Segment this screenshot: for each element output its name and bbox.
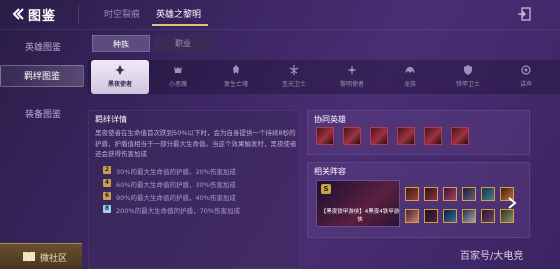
lineup-hero-icon [481,209,495,223]
category-label: 讲声 [519,81,532,88]
synergy-detail-panel: 羁绊详情 黑夜使者在生命值首次跌到50%以下时，会为自身提供一个持续8秒的护盾，… [88,110,300,269]
tier-text: 90%的最大生命值的护盾，40%伤害加成 [116,194,236,202]
related-lineup-panel: 相关阵容 S 【黑夜铁甲游侠】4黑夜4铁甲游侠 [307,162,530,238]
lineup-hero-icon [462,187,476,201]
sidebar: 英雄图鉴 羁绊图鉴 装备图鉴 [0,30,86,269]
lineup-hero-icon [424,209,438,223]
lineup-hero-icon [405,209,419,223]
category-label: 黑夜使者 [107,81,132,88]
tier-row: 6 90%的最大生命值的护盾，40%伤害加成 [103,192,298,202]
lineup-title: 相关阵容 [314,167,346,176]
category-voice[interactable]: 讲声 [497,60,555,94]
category-label: 黎明使者 [339,81,364,88]
community-label: 微社区 [40,254,68,264]
dark-emblem-icon [115,65,125,75]
book-icon [23,252,35,262]
tier-text: 60%的最大生命值的护盾，30%伤害加成 [116,181,236,189]
category-imp[interactable]: 小恶魔 [149,60,207,94]
page-title: 图鉴 [28,9,57,24]
lineup-hero-icon [500,209,514,223]
category-label: 铁甲卫士 [455,81,480,88]
tier-count-badge: 8 [103,205,111,213]
imp-icon [174,66,182,73]
sidebar-item-synergy-codex[interactable]: 羁绊图鉴 [0,65,84,87]
lineup-hero-icon [424,187,438,201]
tier-text: 30%的最大生命值的护盾，20%伤害加成 [116,168,236,176]
tier-text: 200%的最大生命值的护盾，70%伤害加成 [116,207,241,215]
dawn-emblem-icon [347,65,357,75]
active-tab-underline [152,24,208,26]
dragon-icon [405,66,415,73]
iron-guard-icon [464,65,472,75]
subtab-race[interactable]: 种族 [92,35,150,52]
community-button[interactable]: 微社区 [0,243,82,269]
voice-icon [521,65,531,75]
category-light-guard[interactable]: 圣光卫士 [265,60,323,94]
lineup-label: 【黑夜铁甲游侠】4黑夜4铁甲游侠 [320,209,400,223]
coop-hero-portrait[interactable] [343,127,361,145]
lineup-card[interactable]: S 【黑夜铁甲游侠】4黑夜4铁甲游侠 [316,180,400,227]
lineup-tier-badge: S [321,184,331,194]
lineup-hero-icon [443,187,457,201]
category-label: 复生亡魂 [223,81,248,88]
tier-count-badge: 6 [103,192,111,200]
exit-icon[interactable] [517,7,531,21]
back-arrow-icon[interactable] [10,7,24,21]
category-label: 龙族 [403,81,416,88]
watermark: 百家号/大电竞 [460,251,524,262]
coop-hero-portrait[interactable] [316,127,334,145]
lineup-hero-icon [443,209,457,223]
category-label: 小恶魔 [168,81,187,88]
category-revenant[interactable]: 复生亡魂 [207,60,265,94]
subtab-class[interactable]: 职业 [154,35,212,52]
chevron-right-icon[interactable] [507,197,517,209]
header-divider [78,5,79,23]
tab-rift[interactable]: 时空裂痕 [104,7,140,20]
category-dawn-envoy[interactable]: 黎明使者 [323,60,381,94]
lineup-hero-icon [462,209,476,223]
light-guard-icon [289,65,299,75]
coop-heroes-panel: 协同英雄 [307,110,530,155]
detail-title: 羁绊详情 [95,115,127,124]
coop-hero-portrait[interactable] [370,127,388,145]
synergy-category-row: 黑夜使者 小恶魔 复生亡魂 圣光卫士 黎明使者 龙族 铁甲卫士 讲声 [88,60,560,94]
tier-count-badge: 2 [103,166,111,174]
coop-hero-portrait[interactable] [397,127,415,145]
category-iron-guard[interactable]: 铁甲卫士 [439,60,497,94]
tier-row: 4 60%的最大生命值的护盾，30%伤害加成 [103,179,298,189]
tier-row: 2 30%的最大生命值的护盾，20%伤害加成 [103,166,298,176]
lineup-hero-icon [405,187,419,201]
detail-description: 黑夜使者在生命值首次跌到50%以下时，会为自身提供一个持续8秒的护盾，护盾值相当… [95,129,297,158]
sidebar-item-item-codex[interactable]: 装备图鉴 [0,104,86,126]
coop-hero-portrait[interactable] [451,127,469,145]
lineup-hero-icon [481,187,495,201]
coop-hero-portrait[interactable] [424,127,442,145]
tab-dawn-of-heroes[interactable]: 英雄之黎明 [156,7,201,20]
revenant-icon [233,65,239,74]
tier-row: 8 200%的最大生命值的护盾，70%伤害加成 [103,205,298,215]
sidebar-item-hero-codex[interactable]: 英雄图鉴 [0,37,86,59]
category-dragon[interactable]: 龙族 [381,60,439,94]
coop-title: 协同英雄 [314,115,346,124]
category-dark-envoy[interactable]: 黑夜使者 [91,60,149,94]
category-label: 圣光卫士 [281,81,306,88]
tier-count-badge: 4 [103,179,111,187]
